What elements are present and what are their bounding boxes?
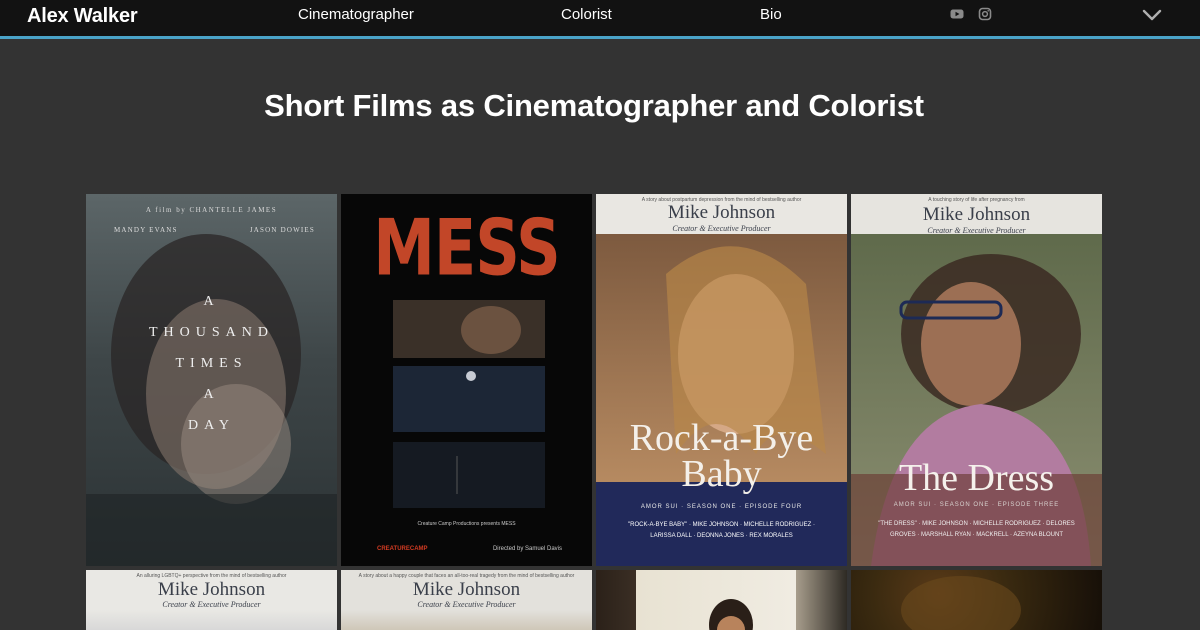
nav-link-bio[interactable]: Bio [760,6,782,23]
poster-tagline: A touching story of life after pregnancy… [928,197,1025,203]
poster-a-thousand-times-a-day[interactable]: A film by CHANTELLE JAMES MANDY EVANS JA… [86,194,337,566]
chevron-down-icon[interactable] [1142,8,1162,22]
youtube-icon[interactable] [950,7,964,21]
poster-title: The Dress [898,457,1055,499]
poster-credits: Creature Camp Productions presents MESS [417,521,516,527]
poster-author: Mike Johnson [922,204,1031,225]
title-line: A [203,294,220,309]
nav-link-colorist[interactable]: Colorist [561,6,612,23]
top-nav: Alex Walker Cinematographer Colorist Bio [0,0,1200,39]
poster-artwork [851,254,1102,566]
poster-rock-a-bye-baby[interactable]: A story about postpartum depression from… [596,194,847,566]
poster-film-8[interactable] [851,570,1102,630]
poster-title: MESS [373,202,561,294]
actor-left: MANDY EVANS [114,226,178,234]
poster-title: A THOUSAND TIMES A DAY [86,286,337,441]
poster-episode: AMOR SUI · SEASON ONE · EPISODE THREE [893,502,1060,508]
title-line: Baby [681,453,762,495]
poster-film-7[interactable] [596,570,847,630]
poster-artwork [596,246,847,566]
nav-link-cinematographer[interactable]: Cinematographer [298,6,414,23]
poster-role: Creator & Executive Producer [417,600,516,609]
poster-actors: MANDY EVANS JASON DOWIES [86,226,337,236]
title-line: DAY [187,418,236,433]
page-title: Short Films as Cinematographer and Color… [264,88,924,123]
title-line: Rock-a-Bye [629,417,814,459]
poster-credits: "ROCK-A-BYE BABY" · MIKE JOHNSON · MICHE… [628,522,815,539]
poster-role: Creator & Executive Producer [672,224,771,233]
poster-title: Rock-a-Bye Baby [596,417,847,495]
poster-lgbtq-story[interactable]: An alluring LGBTQ+ perspective from the … [86,570,337,630]
poster-artwork [901,576,1021,630]
title-line: THOUSAND [149,325,274,340]
poster-episode: AMOR SUI · SEASON ONE · EPISODE FOUR [640,504,803,510]
poster-mess[interactable]: MESS Creature Camp Productions presents … [341,194,592,566]
title-line: A [203,387,220,402]
poster-author: Mike Johnson [667,202,776,223]
title-line: TIMES [175,356,248,371]
poster-role: Creator & Executive Producer [927,226,1026,235]
instagram-icon[interactable] [978,7,992,21]
poster-the-dress[interactable]: A touching story of life after pregnancy… [851,194,1102,566]
poster-author: Mike Johnson [157,579,266,600]
poster-happy-couple-story[interactable]: A story about a happy couple that faces … [341,570,592,630]
poster-artwork [709,599,753,630]
actor-right: JASON DOWIES [249,226,315,234]
poster-director: Directed by Samuel Davis [492,546,562,552]
poster-credits: "THE DRESS" · MIKE JOHNSON · MICHELLE RO… [878,521,1075,538]
poster-role: Creator & Executive Producer [162,600,261,609]
brand-logo[interactable]: Alex Walker [27,5,138,28]
poster-credit: A film by CHANTELLE JAMES [145,206,278,214]
poster-author: Mike Johnson [412,579,521,600]
